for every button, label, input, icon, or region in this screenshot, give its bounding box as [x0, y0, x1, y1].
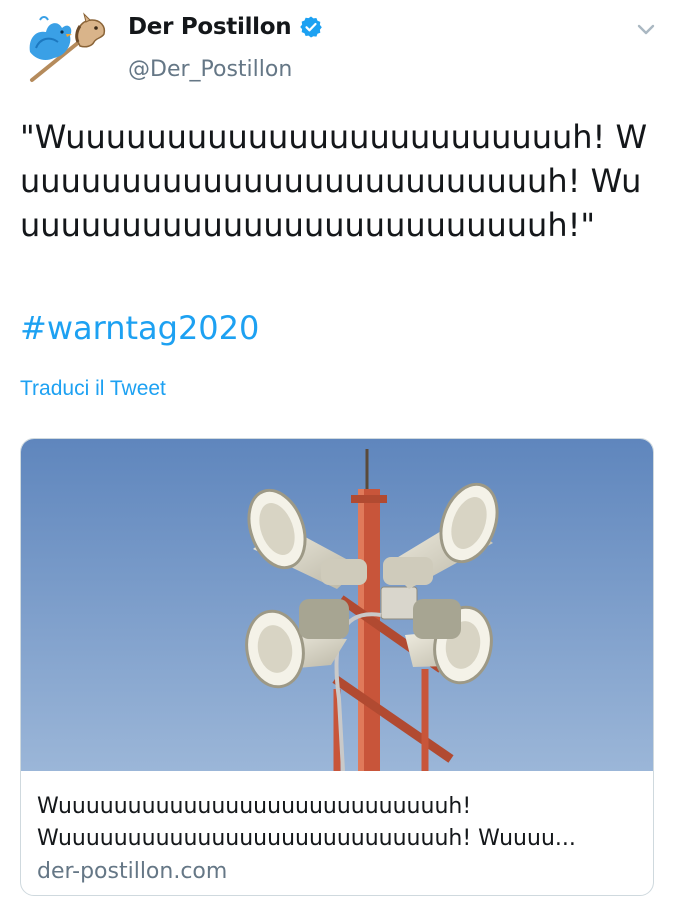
link-preview-card[interactable]: Wuuuuuuuuuuuuuuuuuuuuuuuuuuuuh! Wuuuuuuu…: [20, 438, 654, 896]
chevron-down-icon[interactable]: [632, 18, 660, 40]
card-title-line-2: Wuuuuuuuuuuuuuuuuuuuuuuuuuuuuh! Wuuuu...: [37, 826, 576, 851]
verified-badge-icon: [300, 16, 323, 38]
hashtag-link[interactable]: #warntag2020: [20, 306, 259, 350]
card-domain[interactable]: der-postillon.com: [37, 859, 227, 884]
siren-tower-image: [21, 439, 653, 771]
tweet-text: "Wuuuuuuuuuuuuuuuuuuuuuuuuuh! Wuuuuuuuuu…: [20, 118, 648, 244]
account-avatar[interactable]: [22, 8, 110, 88]
card-title[interactable]: Wuuuuuuuuuuuuuuuuuuuuuuuuuuuuh! Wuuuuuuu…: [37, 791, 647, 855]
card-title-line-1: Wuuuuuuuuuuuuuuuuuuuuuuuuuuuuh!: [37, 794, 472, 819]
account-handle[interactable]: @Der_Postillon: [128, 57, 292, 82]
translate-tweet-link[interactable]: Traduci il Tweet: [20, 377, 166, 401]
bird-with-hobby-horse-avatar-icon: [29, 12, 106, 82]
account-name-row[interactable]: Der Postillon: [128, 14, 323, 40]
account-name[interactable]: Der Postillon: [128, 14, 292, 40]
